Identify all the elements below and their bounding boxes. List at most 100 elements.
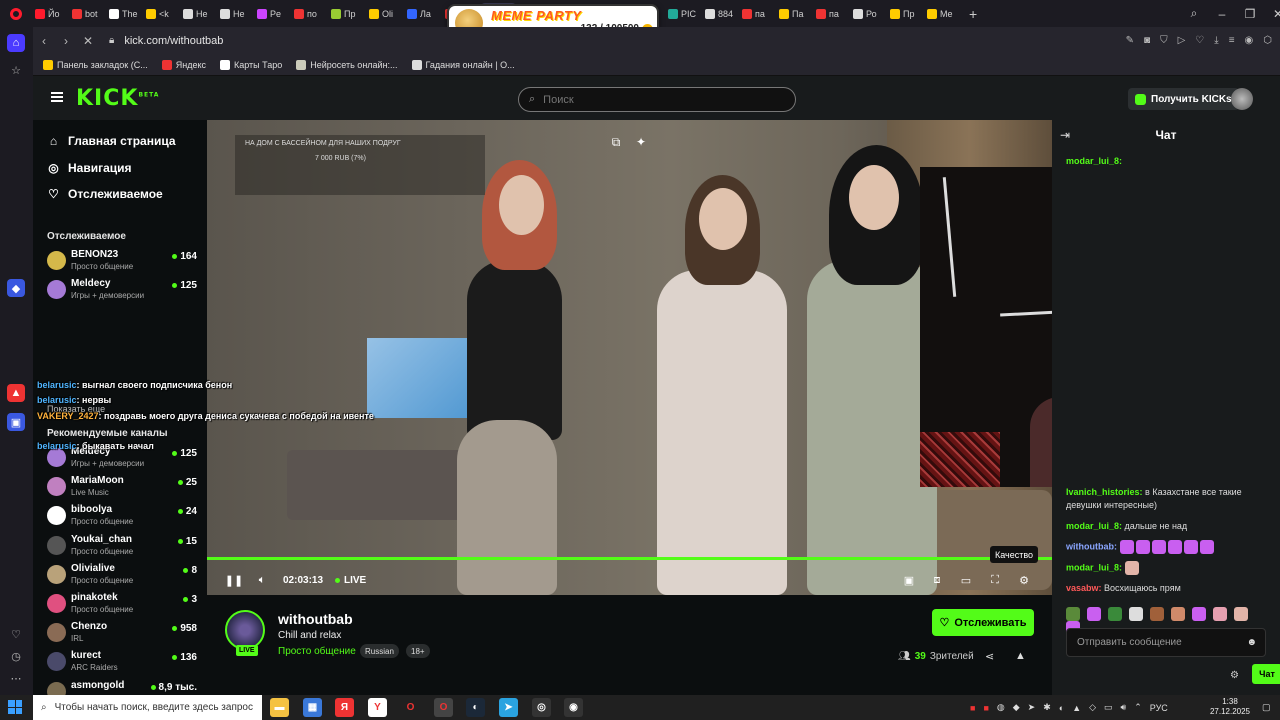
- browser-tab[interactable]: PIC: [665, 3, 702, 25]
- channel-item[interactable]: Chenzo IRL 958: [47, 621, 197, 647]
- more-icon[interactable]: ⋯: [7, 669, 25, 687]
- tray-icon[interactable]: ◇: [1089, 702, 1096, 713]
- maximize-button[interactable]: ❐: [1236, 7, 1264, 21]
- chat-username[interactable]: Ivanich_histories:: [1066, 487, 1143, 497]
- opera-icon[interactable]: O: [401, 698, 420, 717]
- app-icon[interactable]: ▲: [7, 384, 25, 402]
- bluetooth-icon[interactable]: ✱: [1043, 702, 1051, 713]
- chat-username[interactable]: vasabw:: [1066, 583, 1102, 593]
- nav-following[interactable]: ♡ Отслеживаемое: [47, 187, 163, 201]
- menu-icon[interactable]: [51, 92, 63, 102]
- emote-icon[interactable]: [1129, 607, 1143, 621]
- chat-username[interactable]: modar_lui_8:: [1066, 562, 1122, 572]
- avatar[interactable]: [225, 610, 265, 650]
- fullscreen-icon[interactable]: ⛶: [988, 570, 1002, 590]
- taskbar-search[interactable]: ⌕ Чтобы начать поиск, введите здесь запр…: [33, 695, 262, 720]
- browser-tab[interactable]: по: [291, 3, 328, 25]
- camera-icon[interactable]: ◙: [1144, 35, 1150, 46]
- star-icon[interactable]: ☆: [7, 61, 25, 79]
- url-field[interactable]: kick.com/withoutbab: [124, 35, 223, 47]
- channel-name[interactable]: withoutbab: [278, 611, 353, 627]
- notifications-icon[interactable]: ▢: [1262, 695, 1271, 720]
- browser-tab[interactable]: Не: [180, 3, 217, 25]
- channel-item[interactable]: biboolya Просто общение 24: [47, 504, 197, 530]
- avatar[interactable]: [1231, 88, 1253, 110]
- channel-item[interactable]: asmongold 8,9 тыс.: [47, 680, 197, 695]
- emote-icon[interactable]: [1066, 607, 1080, 621]
- channel-item[interactable]: Olivialive Просто общение 8: [47, 563, 197, 589]
- browser-tab[interactable]: Me: [924, 3, 961, 25]
- lock-icon[interactable]: 🔒︎: [109, 35, 114, 46]
- opera-logo-icon[interactable]: [0, 0, 32, 27]
- tray-icon[interactable]: ■: [970, 703, 975, 713]
- browser-tab[interactable]: Ро: [850, 3, 887, 25]
- bookmark-item[interactable]: Карты Таро: [219, 59, 282, 70]
- chat-username[interactable]: withoutbab:: [1066, 541, 1117, 551]
- network-icon[interactable]: ▭: [1104, 702, 1113, 713]
- browser-tab[interactable]: Не: [217, 3, 254, 25]
- volume-icon[interactable]: 🔈︎: [255, 570, 269, 590]
- channel-item[interactable]: BENON23 Просто общение 164: [47, 249, 197, 275]
- tray-icon[interactable]: ◆: [1013, 702, 1020, 713]
- app-icon[interactable]: ◉: [564, 698, 583, 717]
- extensions-icon[interactable]: ⬡: [1263, 35, 1272, 46]
- browser-tab[interactable]: Йо: [32, 3, 69, 25]
- live-indicator[interactable]: LIVE: [335, 570, 366, 590]
- channel-item[interactable]: Meldecy Игры + демоверсии 125: [47, 278, 197, 304]
- heart-icon[interactable]: ♡: [7, 625, 25, 643]
- steam-icon[interactable]: ◐: [1059, 703, 1064, 713]
- channel-item[interactable]: pinakotek Просто общение 3: [47, 592, 197, 618]
- app-icon[interactable]: ◎: [532, 698, 551, 717]
- browser-tab[interactable]: 884: [702, 3, 739, 25]
- chat-username[interactable]: modar_lui_8:: [1066, 521, 1122, 531]
- browser-tab[interactable]: па: [813, 3, 850, 25]
- send-chat-button[interactable]: Чат: [1252, 664, 1280, 684]
- profile-icon[interactable]: ◉: [1245, 35, 1254, 46]
- tag-chip[interactable]: Russian: [360, 644, 399, 658]
- emoji-icon[interactable]: ☻: [1246, 637, 1257, 648]
- channel-item[interactable]: MariaMoon Live Music 25: [47, 475, 197, 501]
- play-icon[interactable]: ▷: [1178, 35, 1186, 46]
- browser-tab[interactable]: Пр: [887, 3, 924, 25]
- browser-tab[interactable]: Ла: [404, 3, 442, 25]
- sparkle-icon[interactable]: ✦: [631, 132, 651, 152]
- steam-icon[interactable]: ◐: [466, 698, 485, 717]
- bookmark-item[interactable]: Яндекс: [161, 59, 206, 70]
- file-explorer-icon[interactable]: ▬: [270, 698, 289, 717]
- clip-icon[interactable]: ▣: [902, 570, 916, 590]
- emote-icon[interactable]: [1108, 607, 1122, 621]
- nav-home[interactable]: ⌂ Главная страница: [47, 134, 176, 148]
- telegram-icon[interactable]: ➤: [1028, 702, 1036, 713]
- pause-button[interactable]: ❚❚: [225, 570, 243, 590]
- search-box[interactable]: ⌕: [518, 87, 796, 112]
- yandex-icon[interactable]: Я: [335, 698, 354, 717]
- share-icon[interactable]: ⋖: [985, 650, 994, 663]
- browser-tab[interactable]: Pe: [254, 3, 291, 25]
- bookmark-item[interactable]: Нейросеть онлайн:...: [296, 59, 398, 70]
- bookmark-item[interactable]: Панель закладок (С...: [43, 59, 148, 70]
- gear-icon[interactable]: ⚙: [1230, 670, 1239, 681]
- close-window-button[interactable]: ✕: [1264, 7, 1280, 21]
- emote-icon[interactable]: [1192, 607, 1206, 621]
- download-icon[interactable]: ⤓: [1214, 35, 1218, 46]
- get-kicks-button[interactable]: Получить KICKs: [1128, 88, 1239, 110]
- browser-tab[interactable]: bot: [69, 3, 106, 25]
- progress-bar[interactable]: [207, 557, 1052, 560]
- browser-tab[interactable]: Oli: [366, 3, 404, 25]
- copy-icon[interactable]: ⧉: [606, 132, 626, 152]
- app-icon[interactable]: ▣: [7, 413, 25, 431]
- tag-chip[interactable]: 18+: [406, 644, 430, 658]
- emote-icon[interactable]: [1171, 607, 1185, 621]
- emote-icon[interactable]: [1213, 607, 1227, 621]
- minimize-button[interactable]: –: [1208, 7, 1236, 21]
- stop-loading-button[interactable]: ✕: [77, 34, 99, 48]
- browser-tab[interactable]: Пр: [328, 3, 366, 25]
- report-icon[interactable]: ▲: [1015, 650, 1026, 662]
- browser-tab[interactable]: The: [106, 3, 143, 25]
- emote-icon[interactable]: [1087, 607, 1101, 621]
- clock[interactable]: 1:38 27.12.2025: [1205, 697, 1255, 717]
- channel-item[interactable]: Youkai_chan Просто общение 15: [47, 534, 197, 560]
- forward-button[interactable]: ›: [55, 34, 77, 48]
- tray-icon[interactable]: ■: [983, 703, 988, 713]
- telegram-icon[interactable]: ➤: [499, 698, 518, 717]
